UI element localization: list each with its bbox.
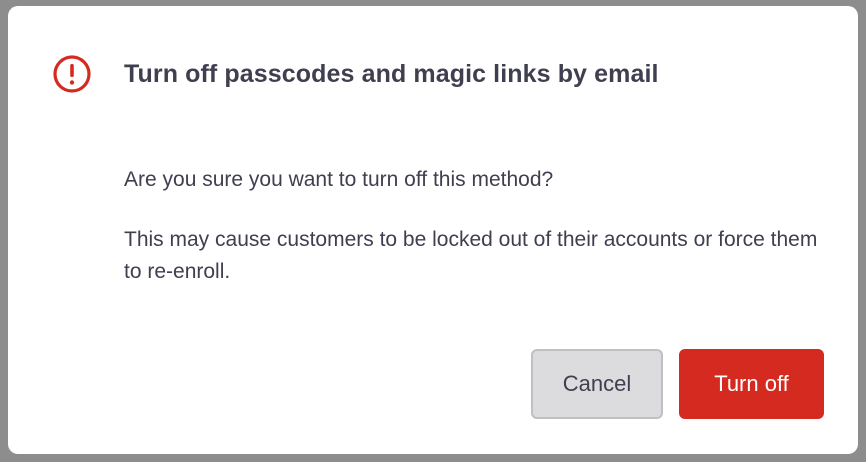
confirm-dialog: Turn off passcodes and magic links by em… — [8, 6, 858, 454]
dialog-body: Are you sure you want to turn off this m… — [124, 164, 824, 288]
dialog-question: Are you sure you want to turn off this m… — [124, 168, 554, 191]
dialog-title: Turn off passcodes and magic links by em… — [124, 59, 659, 88]
turn-off-button[interactable]: Turn off — [679, 349, 824, 419]
alert-circle-icon — [52, 54, 92, 94]
dialog-warning: This may cause customers to be locked ou… — [124, 228, 818, 283]
dialog-header: Turn off passcodes and magic links by em… — [52, 54, 659, 94]
dialog-footer: Cancel Turn off — [531, 349, 824, 419]
cancel-button[interactable]: Cancel — [531, 349, 663, 419]
